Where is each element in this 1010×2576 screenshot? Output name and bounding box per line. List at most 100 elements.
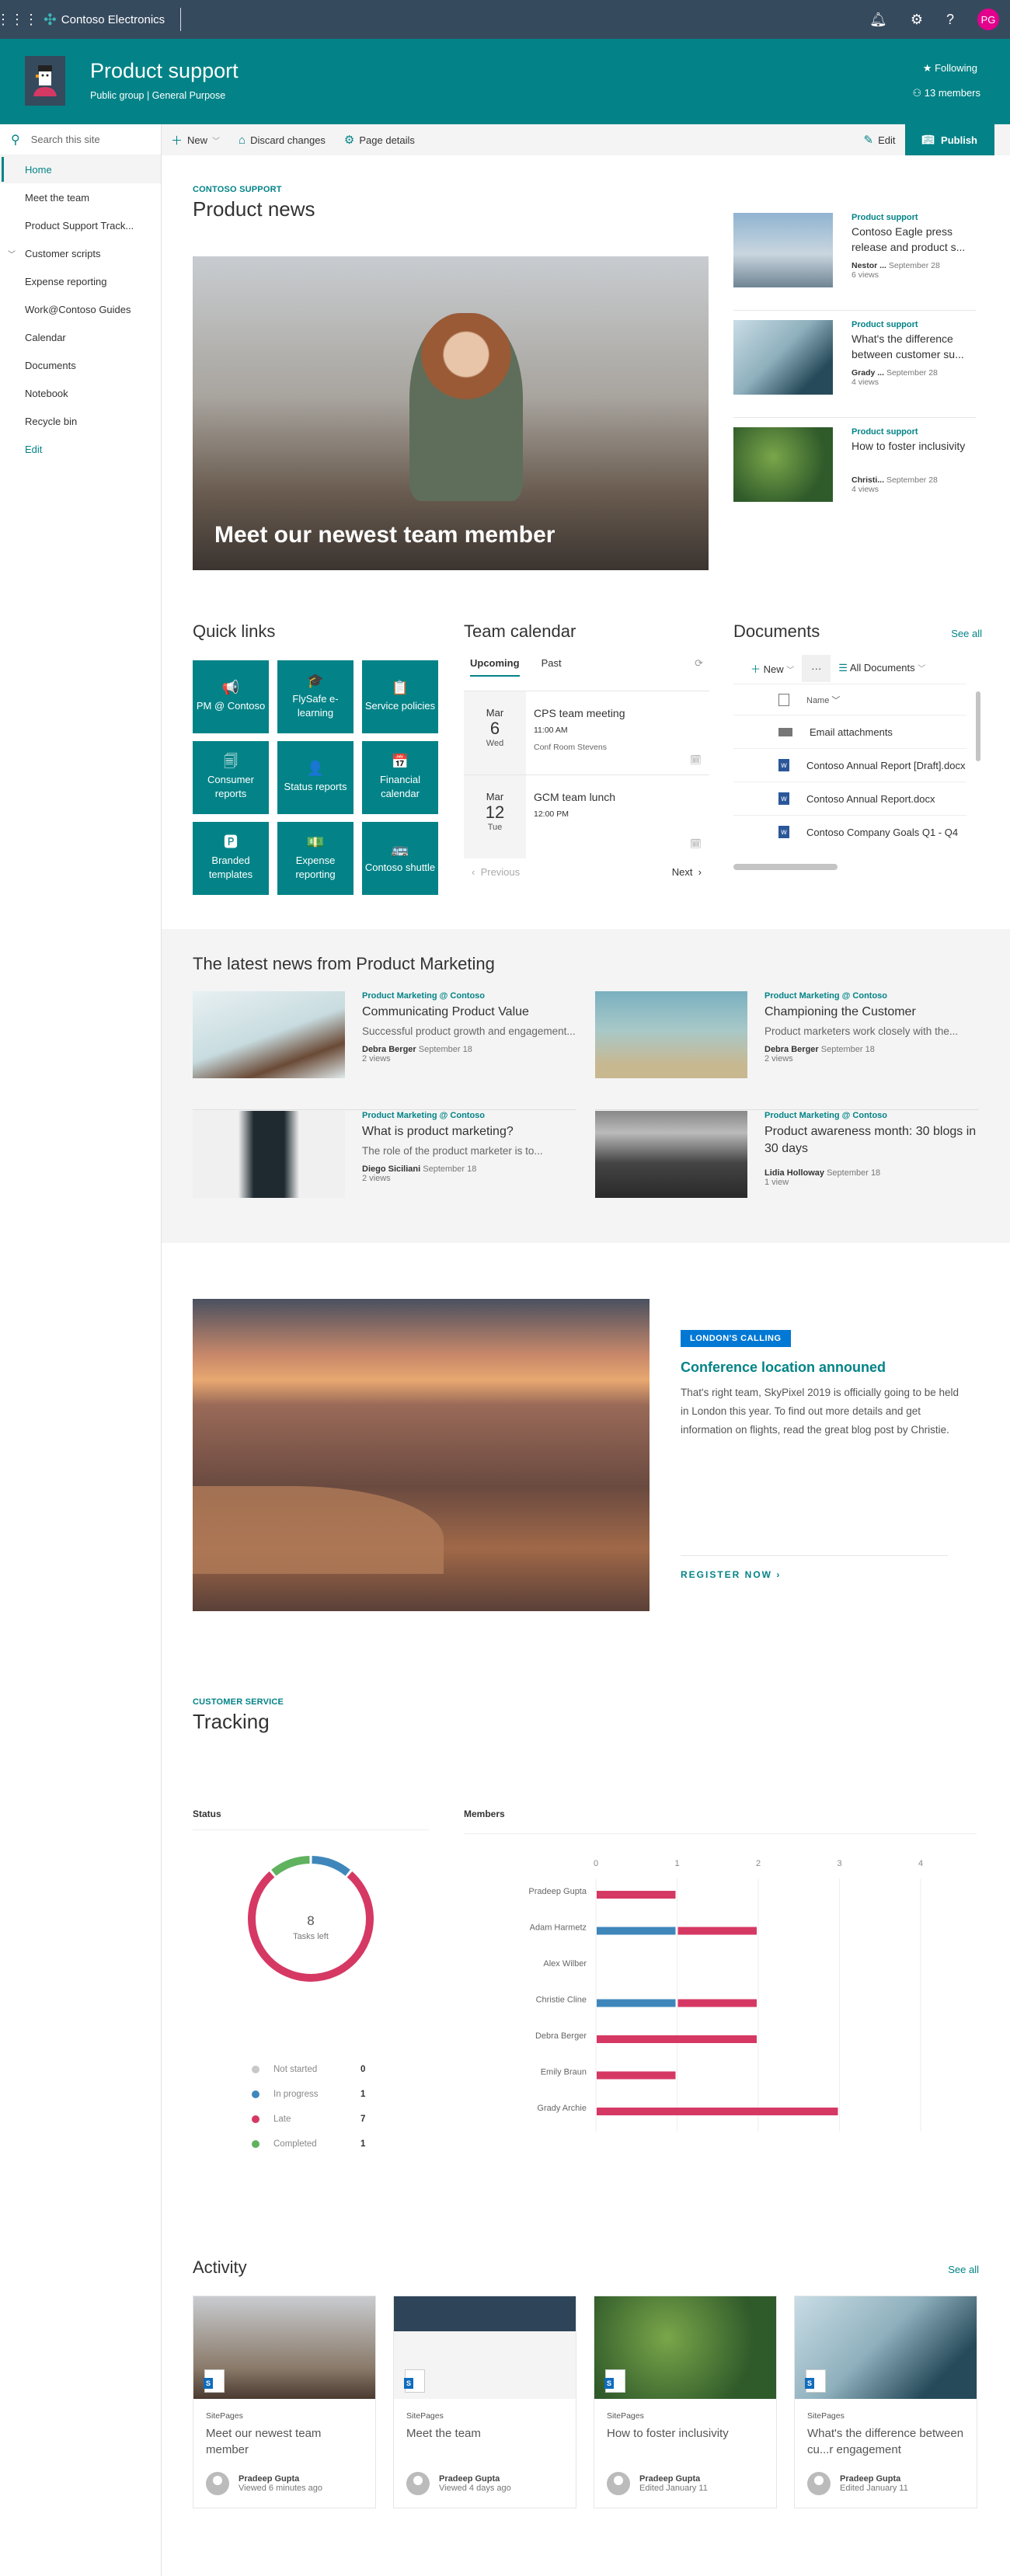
new-button[interactable]: ＋ New ﹀ (162, 124, 229, 155)
search-box[interactable]: ⚲ Search this site (0, 124, 161, 155)
activity-card[interactable]: S SitePages Meet the team Pradeep Gupta View… (393, 2296, 576, 2508)
news-title[interactable]: What's the difference between customer s… (852, 331, 976, 362)
quick-link-tile[interactable]: 📢 PM @ Contoso (193, 660, 269, 733)
quick-link-tile[interactable]: 🅿 Branded templates (193, 822, 269, 895)
marketing-news-item[interactable]: Product Marketing @ Contoso Product aware… (595, 1111, 980, 1220)
bar-late[interactable] (677, 1927, 758, 1935)
nav-item-documents[interactable]: Documents (0, 351, 161, 379)
hero-caption[interactable]: Meet our newest team member (214, 522, 555, 548)
horizontal-scrollbar[interactable] (733, 864, 838, 870)
news-item[interactable]: Product support What's the difference bet… (733, 311, 976, 418)
nav-item-meet-the-team[interactable]: Meet the team (0, 183, 161, 211)
news-item[interactable]: Product support Contoso Eagle press relea… (733, 204, 976, 311)
quick-link-tile[interactable]: 🚌 Contoso shuttle (362, 822, 438, 895)
help-icon[interactable]: ? (946, 12, 954, 28)
banner-title[interactable]: Conference location announed (681, 1359, 976, 1376)
publish-button[interactable]: 📖︎ Publish (904, 124, 994, 155)
register-now-link[interactable]: REGISTER NOW › (681, 1569, 781, 1580)
news-title[interactable]: Championing the Customer (764, 1004, 980, 1021)
news-title[interactable]: Communicating Product Value (362, 1004, 578, 1021)
nav-item-expense-reporting[interactable]: Expense reporting (0, 267, 161, 295)
nav-edit-link[interactable]: Edit (0, 435, 161, 463)
discard-changes-button[interactable]: ⌂ Discard changes (229, 124, 335, 155)
bar-in-progress[interactable] (597, 1999, 676, 2007)
add-to-calendar-icon[interactable]: 🗓︎ (690, 838, 702, 849)
nav-item-calendar[interactable]: Calendar (0, 323, 161, 351)
nav-item-work-guides[interactable]: Work@Contoso Guides (0, 295, 161, 323)
bar-late[interactable] (597, 2035, 757, 2043)
activity-card[interactable]: S SitePages How to foster inclusivity Prade… (594, 2296, 777, 2508)
marketing-news-item[interactable]: Product Marketing @ Contoso What is produ… (193, 1111, 578, 1220)
london-image[interactable] (193, 1299, 650, 1611)
edit-button[interactable]: ✎ Edit (855, 124, 905, 155)
marketing-news-item[interactable]: Product Marketing @ Contoso Communicating… (193, 991, 578, 1100)
bar-late[interactable] (597, 1891, 676, 1899)
name-column-header[interactable]: Name ﹀ (806, 694, 840, 706)
document-row[interactable]: w Contoso Annual Report.docx (733, 782, 966, 815)
members-button[interactable]: ⚇ 13 members (912, 87, 980, 99)
docs-new-button[interactable]: ＋ New ﹀ (751, 661, 794, 676)
refresh-icon[interactable]: ⟳ (695, 657, 703, 670)
view-selector[interactable]: ☰ All Documents ﹀ (838, 662, 925, 674)
next-button[interactable]: Next › (672, 866, 702, 878)
bar-in-progress[interactable] (597, 1927, 676, 1935)
vertical-scrollbar[interactable] (976, 691, 980, 761)
donut-slice-completed[interactable] (271, 1856, 310, 1876)
news-title[interactable]: How to foster inclusivity (852, 438, 965, 469)
more-options-button[interactable]: ··· (802, 654, 831, 682)
chevron-down-icon[interactable]: ﹀ (8, 248, 16, 259)
search-input[interactable]: Search this site (31, 134, 100, 145)
nav-item-customer-scripts[interactable]: ﹀ Customer scripts (0, 239, 161, 267)
gear-icon[interactable]: ⚙ (911, 12, 923, 28)
nav-item-product-support-tracker[interactable]: Product Support Track... (0, 211, 161, 239)
quick-link-tile[interactable]: 🗐 Consumer reports (193, 741, 269, 814)
add-to-calendar-icon[interactable]: 🗓︎ (690, 754, 702, 765)
document-row[interactable]: w Contoso Annual Report [Draft].docx (733, 748, 966, 782)
quick-link-tile[interactable]: 👤 Status reports (277, 741, 354, 814)
bell-icon[interactable]: 🔔︎ (869, 12, 887, 28)
nav-item-home[interactable]: Home (0, 155, 161, 183)
brand[interactable]: ✣ Contoso Electronics (44, 10, 165, 30)
quick-link-tile[interactable]: 📅 Financial calendar (362, 741, 438, 814)
news-title[interactable]: Product awareness month: 30 blogs in 30 … (764, 1123, 982, 1157)
news-title[interactable]: What is product marketing? (362, 1123, 578, 1140)
following-button[interactable]: ★ Following (923, 62, 977, 75)
document-name[interactable]: Contoso Annual Report [Draft].docx (806, 760, 966, 771)
document-name[interactable]: Contoso Company Goals Q1 - Q4 (806, 827, 958, 838)
event-title[interactable]: GCM team lunch (534, 791, 615, 803)
site-logo[interactable] (25, 56, 65, 106)
hero-news-image[interactable]: Meet our newest team member (193, 256, 709, 570)
document-name[interactable]: Email attachments (810, 726, 893, 738)
nav-item-recycle-bin[interactable]: Recycle bin (0, 407, 161, 435)
bar-late[interactable] (597, 2071, 676, 2080)
quick-link-tile[interactable]: 💵 Expense reporting (277, 822, 354, 895)
activity-card[interactable]: S SitePages Meet our newest team member Pra… (193, 2296, 376, 2508)
previous-button[interactable]: ‹ Previous (472, 866, 520, 878)
bar-late[interactable] (677, 1999, 758, 2007)
donut-slice-in-progress[interactable] (312, 1856, 350, 1876)
activity-card[interactable]: S SitePages What's the difference between … (794, 2296, 977, 2508)
tab-upcoming[interactable]: Upcoming (470, 657, 520, 677)
calendar-event[interactable]: Mar 6 Wed CPS team meeting 11:00 AM Conf Roo… (464, 691, 709, 775)
activity-see-all[interactable]: See all (948, 2264, 979, 2275)
document-row[interactable]: Email attachments (733, 715, 966, 748)
waffle-icon[interactable]: ⋮⋮⋮ (0, 0, 38, 39)
calendar-event[interactable]: Mar 12 Tue GCM team lunch 12:00 PM 🗓︎ (464, 775, 709, 858)
bar-late[interactable] (597, 2108, 838, 2115)
news-item[interactable]: Product support How to foster inclusivity… (733, 418, 976, 525)
event-title[interactable]: CPS team meeting (534, 707, 625, 719)
avatar[interactable]: PG (977, 9, 999, 30)
quick-link-tile[interactable]: 📋 Service policies (362, 660, 438, 733)
nav-item-notebook[interactable]: Notebook (0, 379, 161, 407)
marketing-news-item[interactable]: Product Marketing @ Contoso Championing t… (595, 991, 980, 1100)
tab-past[interactable]: Past (542, 657, 562, 677)
activity-title[interactable]: Meet our newest team member (206, 2425, 363, 2459)
activity-title[interactable]: Meet the team (406, 2425, 563, 2459)
news-title[interactable]: Contoso Eagle press release and product … (852, 224, 976, 255)
document-name[interactable]: Contoso Annual Report.docx (806, 793, 935, 805)
page-details-button[interactable]: ⚙ Page details (335, 124, 424, 155)
activity-title[interactable]: What's the difference between cu...r eng… (807, 2425, 964, 2459)
documents-see-all[interactable]: See all (951, 628, 982, 639)
activity-title[interactable]: How to foster inclusivity (607, 2425, 764, 2459)
document-row[interactable]: w Contoso Company Goals Q1 - Q4 (733, 815, 966, 848)
